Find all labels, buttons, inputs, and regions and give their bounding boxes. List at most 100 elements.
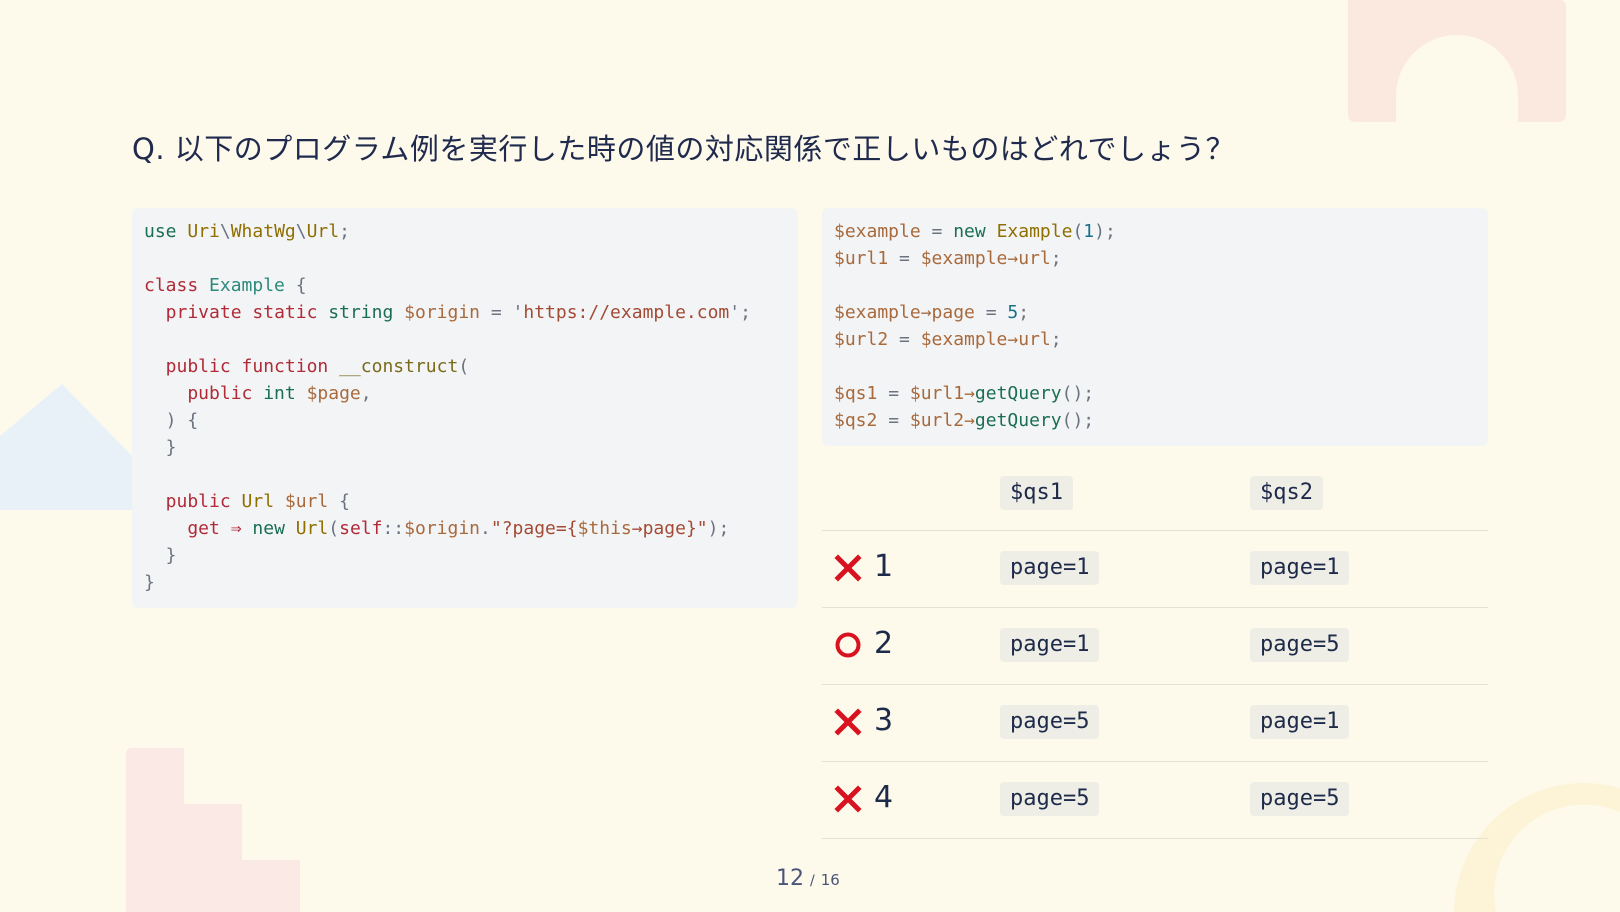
page-separator: / xyxy=(810,873,815,889)
code-token: int xyxy=(263,383,296,404)
class-code-block: use Uri\WhatWg\Url; class Example { priva… xyxy=(132,208,798,608)
header-qs1: $qs1 xyxy=(1000,476,1073,510)
code-token: Url xyxy=(295,518,329,539)
code-token: class xyxy=(144,275,199,296)
code-token: Example xyxy=(209,275,285,296)
code-token: = xyxy=(877,410,910,431)
code-token: $example xyxy=(920,248,1008,269)
code_left-line: class Example { xyxy=(144,272,786,299)
page-total: 16 xyxy=(820,871,840,889)
code-token: ( xyxy=(1072,221,1084,242)
cross-icon xyxy=(834,785,862,813)
answer-number: 4 xyxy=(874,780,894,815)
code-token: "?page={ xyxy=(490,518,578,539)
code_right-line: $example→page = 5; xyxy=(834,299,1476,326)
code-token: , xyxy=(360,383,372,404)
question-title: Q. 以下のプログラム例を実行した時の値の対応関係で正しいものはどれでしょう？ xyxy=(132,132,1236,166)
code-token: = xyxy=(888,248,921,269)
code-token: → xyxy=(1007,248,1019,269)
code-token: $url1 xyxy=(834,248,889,269)
code_left-line: get ⇒ new Url(self::$origin."?page={$thi… xyxy=(144,515,786,542)
code-token: (); xyxy=(1061,410,1095,431)
page-indicator: 12 / 16 xyxy=(776,866,840,891)
answer-number: 1 xyxy=(874,549,894,584)
code-token: $url xyxy=(284,491,329,512)
code-token: page xyxy=(642,518,686,539)
code_left-line: public function __construct( xyxy=(144,353,786,380)
code-token: get xyxy=(144,518,220,539)
code-token: . xyxy=(480,518,491,539)
code-token: ; xyxy=(1050,329,1062,350)
code-token: '; xyxy=(729,302,751,323)
code-token: = xyxy=(974,302,1008,323)
code-token: } xyxy=(144,545,177,566)
code_left-line xyxy=(144,461,786,488)
code-token: → xyxy=(631,518,643,539)
answer-number: 3 xyxy=(874,703,894,738)
code_right-line: $qs2 = $url2→getQuery(); xyxy=(834,407,1476,434)
code_right-line xyxy=(834,272,1476,299)
code-token: }" xyxy=(685,518,708,539)
answer-number: 2 xyxy=(874,626,894,661)
code_right-line xyxy=(834,353,1476,380)
code-token: public xyxy=(144,383,253,404)
code-token: getQuery xyxy=(974,383,1062,404)
code_left-line: ) { xyxy=(144,407,786,434)
code-token: 5 xyxy=(1007,302,1019,323)
answer-qs1-value: page=1 xyxy=(1000,628,1100,662)
code-token: \ xyxy=(295,221,307,242)
code_left-line: } xyxy=(144,434,786,461)
code-token: $url2 xyxy=(909,410,965,431)
decor-pink-arch xyxy=(1348,0,1566,122)
answer-qs2-value: page=1 xyxy=(1250,705,1350,739)
code-token: } xyxy=(144,437,177,458)
code-token: $qs2 xyxy=(834,410,878,431)
code-token: page xyxy=(931,302,975,323)
code_right-line: $qs1 = $url1→getQuery(); xyxy=(834,380,1476,407)
code-token: { xyxy=(328,491,350,512)
code_left-line: use Uri\WhatWg\Url; xyxy=(144,218,786,245)
decor-blue-triangle xyxy=(0,384,134,510)
decor-pink-steps xyxy=(126,748,300,912)
code-token: ' xyxy=(512,302,524,323)
code-token: ( xyxy=(328,518,340,539)
answer-table: $qs1 $qs2 1 page=1 page=1 2 page=1 page=5 3 pag… xyxy=(822,464,1488,839)
code-token: = xyxy=(888,329,921,350)
code-token: } xyxy=(144,572,155,593)
code-token: Url xyxy=(241,491,275,512)
code-token: → xyxy=(1007,329,1019,350)
code-token: → xyxy=(920,302,932,323)
code-token: public xyxy=(144,491,231,512)
code-token: ⇒ xyxy=(230,518,242,539)
code-token: Example xyxy=(996,221,1073,242)
code-token: ; xyxy=(1050,248,1062,269)
code-token: → xyxy=(964,410,975,431)
cross-icon xyxy=(834,554,862,582)
circle-icon xyxy=(835,632,861,658)
code-token: ( xyxy=(458,356,470,377)
code_right-line: $url2 = $example→url; xyxy=(834,326,1476,353)
code_left-line: } xyxy=(144,542,786,569)
code-token: new xyxy=(953,221,986,242)
code-token: ; xyxy=(339,221,350,242)
code-token: new xyxy=(252,518,285,539)
code_left-line: private static string $origin = 'https:/… xyxy=(144,299,786,326)
header-qs2: $qs2 xyxy=(1250,476,1323,510)
code_left-line: public int $page, xyxy=(144,380,786,407)
answer-qs1-value: page=5 xyxy=(1000,782,1100,816)
code_left-line xyxy=(144,245,786,272)
code-token: $example xyxy=(834,302,921,323)
code-token: :: xyxy=(382,518,405,539)
code-token: use xyxy=(144,221,177,242)
code-token: \ xyxy=(219,221,231,242)
code-token: = xyxy=(480,302,513,323)
code-token: url xyxy=(1018,248,1051,269)
code-token: $example xyxy=(920,329,1008,350)
